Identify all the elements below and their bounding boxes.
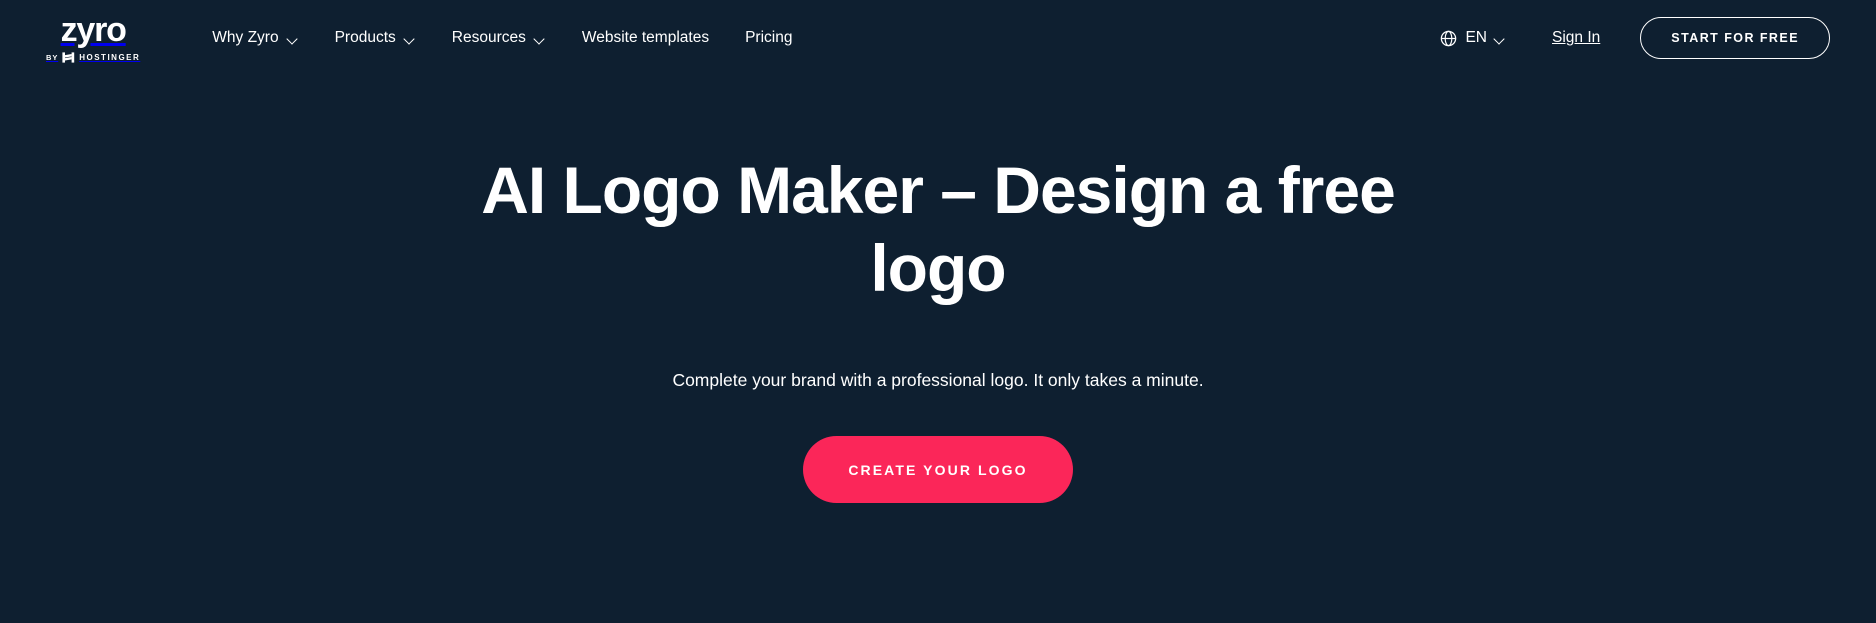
language-selector[interactable]: EN: [1426, 20, 1520, 57]
nav-label: Resources: [451, 29, 526, 47]
site-header: zyro BY HOSTINGER Why Zyro Products Reso…: [0, 0, 1876, 76]
nav-item-pricing[interactable]: Pricing: [727, 20, 810, 56]
nav-item-why-zyro[interactable]: Why Zyro: [194, 20, 316, 56]
hostinger-h-icon: [62, 52, 75, 63]
nav-label: Website templates: [581, 29, 710, 47]
hero-subtitle: Complete your brand with a professional …: [672, 369, 1204, 390]
nav-item-products[interactable]: Products: [317, 20, 434, 56]
nav-item-website-templates[interactable]: Website templates: [564, 20, 727, 56]
nav-label: Products: [334, 29, 396, 47]
sign-in-link[interactable]: Sign In: [1534, 20, 1618, 56]
nav-label: Why Zyro: [212, 29, 279, 47]
nav-item-resources[interactable]: Resources: [434, 20, 564, 56]
zyro-logo[interactable]: zyro BY HOSTINGER: [46, 13, 140, 63]
header-actions: EN Sign In START FOR FREE: [1426, 17, 1830, 59]
hero-cta-wrapper: CREATE YOUR LOGO: [0, 436, 1876, 503]
language-value: EN: [1465, 29, 1488, 47]
zyro-wordmark: zyro: [60, 11, 127, 49]
page-title: AI Logo Maker – Design a free logo: [481, 153, 1396, 305]
logo-subtitle: BY HOSTINGER: [46, 52, 140, 63]
primary-nav: Why Zyro Products Resources Website temp…: [194, 20, 810, 56]
globe-icon: [1440, 30, 1457, 47]
create-your-logo-button[interactable]: CREATE YOUR LOGO: [803, 436, 1073, 503]
chevron-down-icon: [405, 35, 416, 42]
nav-label: Pricing: [745, 29, 793, 47]
chevron-down-icon: [1495, 35, 1506, 42]
parent-brand-label: HOSTINGER: [79, 53, 141, 62]
start-for-free-button[interactable]: START FOR FREE: [1640, 17, 1830, 59]
hero-section: AI Logo Maker – Design a free logo Compl…: [0, 76, 1876, 503]
chevron-down-icon: [535, 35, 546, 42]
logo-by-label: BY: [46, 53, 59, 62]
chevron-down-icon: [288, 35, 299, 42]
